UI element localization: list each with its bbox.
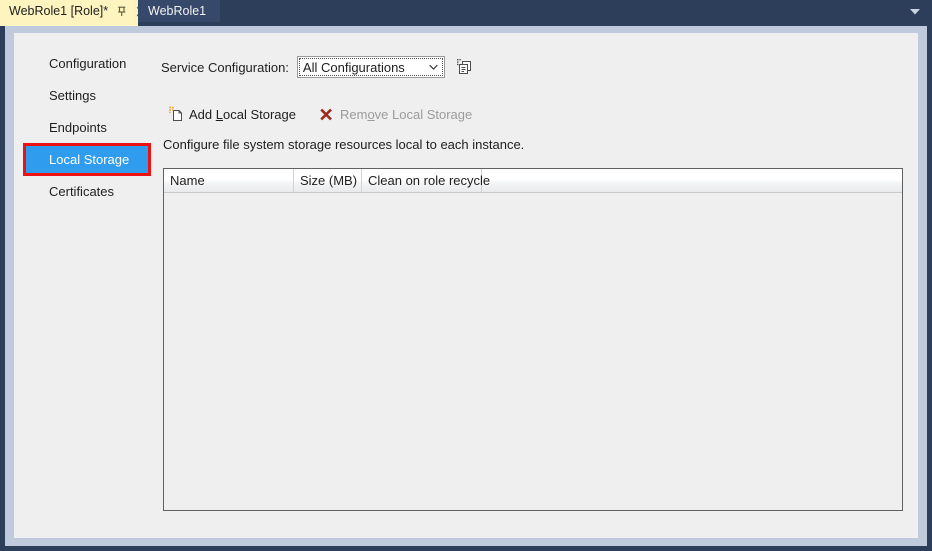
tab-label: WebRole1 xyxy=(148,4,207,18)
tab-label: WebRole1 [Role]* xyxy=(9,4,109,18)
service-configuration-dropdown[interactable]: All Configurations xyxy=(296,56,445,78)
chevron-down-icon[interactable] xyxy=(908,5,922,17)
sidebar-item-label: Certificates xyxy=(49,184,115,199)
grid-column-header-size[interactable]: Size (MB) xyxy=(294,169,362,192)
sidebar-item-settings[interactable]: Settings xyxy=(26,82,148,109)
grid-column-header-filler xyxy=(482,169,902,192)
add-local-storage-label: Add Local Storage xyxy=(189,106,296,122)
local-storage-pane: Service Configuration: All Configuration… xyxy=(154,33,918,538)
tab-webrole1[interactable]: WebRole1 xyxy=(138,0,221,22)
add-local-storage-button[interactable]: Add Local Storage xyxy=(163,103,300,125)
remove-local-storage-button[interactable]: Remove Local Storage xyxy=(314,103,476,125)
designer-panel: Configuration Settings Endpoints Local S… xyxy=(14,33,918,538)
sidebar-item-endpoints[interactable]: Endpoints xyxy=(26,114,148,141)
document-tab-strip: WebRole1 [Role]* WebRole1 xyxy=(0,0,932,22)
chevron-down-icon[interactable] xyxy=(426,64,442,70)
grid-body-empty[interactable] xyxy=(164,193,902,510)
service-configuration-row: Service Configuration: All Configuration… xyxy=(161,56,475,78)
sidebar-item-label: Local Storage xyxy=(49,152,130,167)
grid-header-row: Name Size (MB) Clean on role recycle xyxy=(164,169,902,193)
sidebar-item-certificates[interactable]: Certificates xyxy=(26,178,148,205)
add-new-item-icon xyxy=(167,106,185,123)
delete-x-icon xyxy=(318,106,336,123)
copy-configurations-icon xyxy=(456,58,474,76)
sidebar-item-label: Configuration xyxy=(49,56,127,71)
visual-studio-window: WebRole1 [Role]* WebRole1 Configuration … xyxy=(0,0,932,551)
sidebar-item-label: Settings xyxy=(49,88,96,103)
pane-description: Configure file system storage resources … xyxy=(163,137,525,152)
manage-configurations-button[interactable] xyxy=(455,57,475,77)
remove-local-storage-label: Remove Local Storage xyxy=(339,106,473,122)
sidebar-item-configuration[interactable]: Configuration xyxy=(26,50,148,77)
grid-column-header-name[interactable]: Name xyxy=(164,169,294,192)
local-storage-grid[interactable]: Name Size (MB) Clean on role recycle xyxy=(163,168,903,511)
local-storage-toolbar: Add Local Storage Remove Local Storage xyxy=(163,103,476,125)
grid-column-header-clean-on-role-recycle[interactable]: Clean on role recycle xyxy=(362,169,490,192)
sidebar-item-local-storage[interactable]: Local Storage xyxy=(26,146,148,173)
tab-webrole1-role[interactable]: WebRole1 [Role]* xyxy=(0,0,155,22)
role-designer-nav: Configuration Settings Endpoints Local S… xyxy=(14,33,154,538)
service-configuration-label: Service Configuration: xyxy=(161,59,289,75)
sidebar-item-label: Endpoints xyxy=(49,120,107,135)
service-configuration-value: All Configurations xyxy=(302,59,405,75)
designer-client-area: Configuration Settings Endpoints Local S… xyxy=(5,26,927,546)
pin-icon[interactable] xyxy=(116,4,129,18)
